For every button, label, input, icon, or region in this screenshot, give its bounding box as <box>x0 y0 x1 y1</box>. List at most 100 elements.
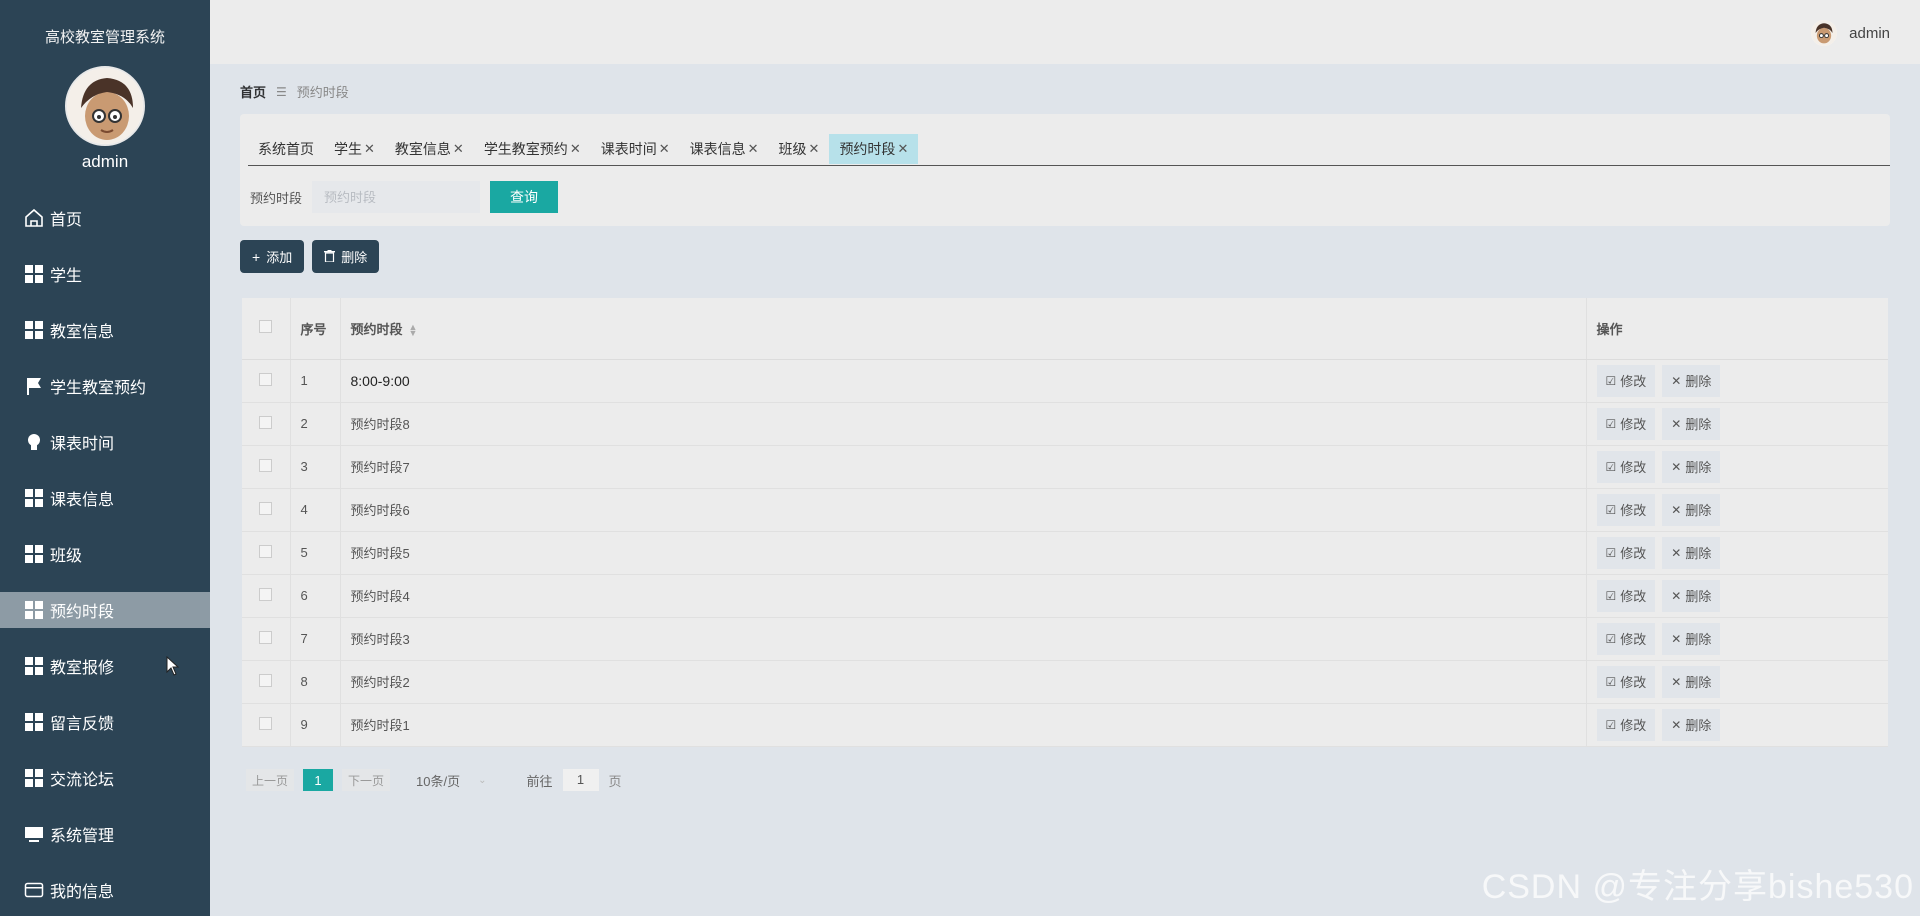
tab-4[interactable]: 课表时间 ✕ <box>591 134 680 164</box>
avatar[interactable] <box>1811 20 1838 46</box>
row-delete-button[interactable]: ✕ 删除 <box>1662 579 1721 612</box>
sidebar-item-10[interactable]: 交流论坛 <box>0 750 210 806</box>
close-icon[interactable]: ✕ <box>809 141 820 157</box>
edit-button[interactable]: ☑ 修改 <box>1596 708 1656 741</box>
table-row[interactable]: 8 预约时段2 ☑ 修改 ✕ 删除 <box>242 660 1888 704</box>
table-row[interactable]: 4 预约时段6 ☑ 修改 ✕ 删除 <box>242 488 1888 532</box>
edit-button[interactable]: ☑ 修改 <box>1596 665 1656 698</box>
delete-button-label: 删除 <box>341 250 368 265</box>
row-checkbox[interactable] <box>259 458 273 472</box>
row-index: 8 <box>290 660 341 704</box>
table-row[interactable]: 5 预约时段5 ☑ 修改 ✕ 删除 <box>242 531 1888 575</box>
header-username[interactable]: admin <box>1849 25 1890 42</box>
edit-icon: ☑ <box>1605 416 1617 431</box>
add-button[interactable]: + 添加 <box>240 240 305 273</box>
row-delete-button[interactable]: ✕ 删除 <box>1662 450 1721 483</box>
sidebar-item-label: 留言反馈 <box>50 716 115 733</box>
goto-page-input[interactable]: 1 <box>562 769 599 791</box>
tab-6[interactable]: 班级 ✕ <box>769 134 830 164</box>
sidebar-item-9[interactable]: 留言反馈 <box>0 694 210 750</box>
row-checkbox[interactable] <box>259 372 273 386</box>
edit-button-label: 修改 <box>1620 374 1647 389</box>
row-checkbox[interactable] <box>259 544 273 558</box>
row-checkbox[interactable] <box>259 501 273 515</box>
edit-button[interactable]: ☑ 修改 <box>1596 407 1656 440</box>
row-checkbox[interactable] <box>259 673 273 687</box>
tab-1[interactable]: 学生 ✕ <box>324 134 385 164</box>
edit-button[interactable]: ☑ 修改 <box>1596 579 1656 612</box>
tab-5[interactable]: 课表信息 ✕ <box>680 134 769 164</box>
tab-0[interactable]: 系统首页 <box>248 134 324 164</box>
tab-7[interactable]: 预约时段 ✕ <box>829 134 919 164</box>
row-delete-button[interactable]: ✕ 删除 <box>1662 536 1721 569</box>
sidebar-item-label: 班级 <box>50 548 83 565</box>
table-row[interactable]: 7 预约时段3 ☑ 修改 ✕ 删除 <box>242 617 1888 661</box>
delete-button[interactable]: 删除 <box>312 240 380 273</box>
action-bar: + 添加 删除 <box>240 240 387 273</box>
row-delete-button[interactable]: ✕ 删除 <box>1662 364 1721 397</box>
tab-2[interactable]: 教室信息 ✕ <box>385 134 474 164</box>
page-number-current[interactable]: 1 <box>303 769 334 791</box>
row-checkbox[interactable] <box>259 716 273 730</box>
row-checkbox[interactable] <box>259 415 273 429</box>
sidebar-item-11[interactable]: 系统管理 <box>0 806 210 862</box>
tab-label: 预约时段 <box>839 141 896 157</box>
edit-button[interactable]: ☑ 修改 <box>1596 450 1656 483</box>
sidebar-username: admin <box>81 152 129 171</box>
search-input[interactable] <box>312 181 481 213</box>
sidebar-item-6[interactable]: 班级 <box>0 526 210 582</box>
sidebar-item-5[interactable]: 课表信息 <box>0 470 210 526</box>
close-icon[interactable]: ✕ <box>453 141 464 157</box>
sidebar-item-2[interactable]: 教室信息 <box>0 302 210 358</box>
table-header-row: 序号 预约时段 ▲ ▼ 操作 <box>242 298 1888 360</box>
edit-button-label: 修改 <box>1620 417 1647 432</box>
edit-button[interactable]: ☑ 修改 <box>1596 364 1656 397</box>
row-delete-button[interactable]: ✕ 删除 <box>1662 407 1721 440</box>
edit-button[interactable]: ☑ 修改 <box>1596 622 1656 655</box>
page-size-select[interactable]: 10条/页 <box>416 771 460 790</box>
close-icon[interactable]: ✕ <box>897 141 908 157</box>
column-header-ops: 操作 <box>1586 298 1888 360</box>
close-icon[interactable]: ✕ <box>748 141 759 157</box>
row-delete-button[interactable]: ✕ 删除 <box>1662 665 1721 698</box>
sidebar-item-0[interactable]: 首页 <box>0 190 210 246</box>
close-icon[interactable]: ✕ <box>364 141 375 157</box>
row-delete-label: 删除 <box>1685 374 1712 389</box>
table-row[interactable]: 9 预约时段1 ☑ 修改 ✕ 删除 <box>242 703 1888 747</box>
search-form: 预约时段 查询 <box>250 181 559 213</box>
sidebar-item-label: 预约时段 <box>50 604 115 621</box>
row-delete-button[interactable]: ✕ 删除 <box>1662 708 1721 741</box>
chevron-down-icon[interactable]: ⌄ <box>478 775 486 786</box>
close-icon[interactable]: ✕ <box>659 141 670 157</box>
row-checkbox[interactable] <box>259 587 273 601</box>
query-button[interactable]: 查询 <box>490 181 559 213</box>
user-menu[interactable]: admin <box>1811 20 1890 46</box>
row-index: 1 <box>290 359 341 403</box>
select-all-checkbox[interactable] <box>259 320 273 334</box>
close-icon[interactable]: ✕ <box>570 141 581 157</box>
row-delete-button[interactable]: ✕ 删除 <box>1662 493 1721 526</box>
row-delete-button[interactable]: ✕ 删除 <box>1662 622 1721 655</box>
edit-button[interactable]: ☑ 修改 <box>1596 536 1656 569</box>
edit-button[interactable]: ☑ 修改 <box>1596 493 1656 526</box>
tab-3[interactable]: 学生教室预约 ✕ <box>474 134 591 164</box>
sidebar-item-1[interactable]: 学生 <box>0 246 210 302</box>
sidebar-item-4[interactable]: 课表时间 <box>0 414 210 470</box>
sidebar-item-7[interactable]: 预约时段 <box>0 592 210 628</box>
row-index: 2 <box>290 402 341 446</box>
sort-icon[interactable]: ▲ ▼ <box>409 323 418 338</box>
row-name: 预约时段3 <box>340 617 1587 661</box>
column-header-name[interactable]: 预约时段 ▲ ▼ <box>340 298 1587 360</box>
table-row[interactable]: 2 预约时段8 ☑ 修改 ✕ 删除 <box>242 402 1888 446</box>
card-icon <box>24 880 44 900</box>
row-checkbox[interactable] <box>259 630 273 644</box>
table-row[interactable]: 1 8:00-9:00 ☑ 修改 ✕ 删除 <box>242 359 1888 403</box>
prev-page-button[interactable]: 上一页 <box>246 769 295 791</box>
sidebar-item-12[interactable]: 我的信息 <box>0 862 210 916</box>
sidebar-item-3[interactable]: 学生教室预约 <box>0 358 210 414</box>
avatar[interactable] <box>65 66 145 146</box>
table-row[interactable]: 6 预约时段4 ☑ 修改 ✕ 删除 <box>242 574 1888 618</box>
breadcrumb-home[interactable]: 首页 <box>240 82 266 101</box>
next-page-button[interactable]: 下一页 <box>342 769 391 791</box>
table-row[interactable]: 3 预约时段7 ☑ 修改 ✕ 删除 <box>242 445 1888 489</box>
